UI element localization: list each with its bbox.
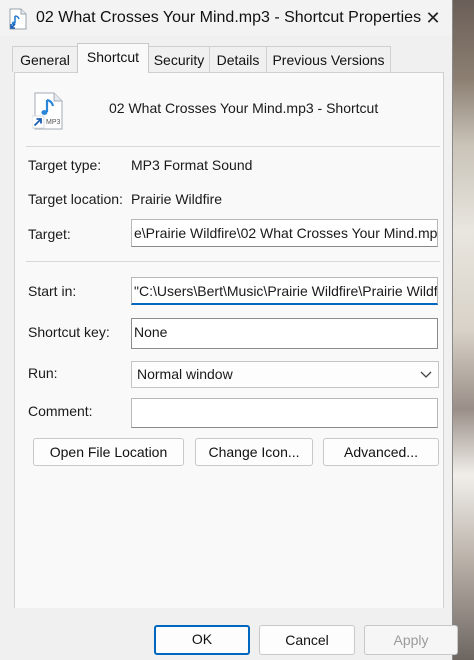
comment-label: Comment:: [28, 403, 93, 419]
shortcut-key-input[interactable]: None: [131, 318, 438, 349]
start-in-label: Start in:: [28, 283, 77, 299]
separator: [26, 146, 440, 147]
apply-button[interactable]: Apply: [364, 625, 458, 655]
shortcut-properties-dialog: 02 What Crosses Your Mind.mp3 - Shortcut…: [0, 0, 458, 660]
target-type-label: Target type:: [28, 157, 102, 173]
cancel-button[interactable]: Cancel: [259, 625, 355, 655]
close-button[interactable]: ✕: [420, 6, 446, 30]
desktop-background: [452, 0, 474, 660]
ok-button[interactable]: OK: [154, 625, 250, 655]
mp3-badge-text: MP3: [46, 119, 61, 126]
advanced-button[interactable]: Advanced...: [323, 438, 439, 466]
target-type-value: MP3 Format Sound: [131, 157, 253, 173]
window-title: 02 What Crosses Your Mind.mp3 - Shortcut…: [36, 9, 422, 26]
run-label: Run:: [28, 365, 58, 381]
target-label: Target:: [28, 226, 71, 242]
shortcut-key-label: Shortcut key:: [28, 324, 110, 340]
target-location-label: Target location:: [28, 191, 123, 207]
change-icon-button[interactable]: Change Icon...: [195, 438, 313, 466]
shortcut-name: 02 What Crosses Your Mind.mp3 - Shortcut: [109, 100, 379, 116]
target-location-value: Prairie Wildfire: [131, 191, 223, 207]
tab-details[interactable]: Details: [209, 46, 267, 72]
tab-security[interactable]: Security: [148, 46, 210, 72]
mp3-shortcut-icon: MP3: [32, 92, 63, 130]
run-selected-value: Normal window: [137, 366, 233, 382]
close-icon: ✕: [425, 8, 441, 28]
tab-general[interactable]: General: [12, 46, 78, 72]
open-file-location-button[interactable]: Open File Location: [33, 438, 184, 466]
tab-previous-versions[interactable]: Previous Versions: [266, 46, 391, 72]
run-select[interactable]: Normal window: [131, 361, 439, 388]
comment-input[interactable]: [131, 398, 438, 428]
target-input[interactable]: e\Prairie Wildfire\02 What Crosses Your …: [131, 219, 438, 247]
chevron-down-icon: [420, 362, 432, 396]
start-in-input[interactable]: "C:\Users\Bert\Music\Prairie Wildfire\Pr…: [131, 277, 438, 305]
title-bar: 02 What Crosses Your Mind.mp3 - Shortcut…: [0, 0, 452, 36]
dialog-footer: OK Cancel Apply: [0, 608, 458, 660]
separator: [26, 261, 440, 262]
tab-shortcut[interactable]: Shortcut: [77, 43, 149, 73]
mp3-file-icon: [9, 8, 27, 30]
